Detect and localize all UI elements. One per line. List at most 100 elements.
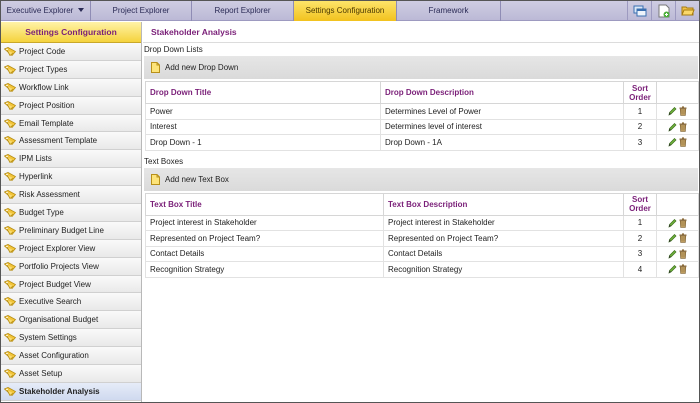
tag-icon <box>4 208 16 217</box>
tag-icon <box>4 118 16 128</box>
new-document-icon[interactable] <box>651 1 675 21</box>
sidebar-item-stakeholder-analysis[interactable]: Stakeholder Analysis <box>1 382 141 401</box>
tab-project-explorer[interactable]: Project Explorer <box>91 1 192 21</box>
app-window: Executive Explorer Project Explorer Repo… <box>0 0 700 403</box>
add-textbox-bar: Add new Text Box <box>144 167 698 191</box>
sidebar-item-asset-configuration[interactable]: Asset Configuration <box>1 347 141 366</box>
cell-title: Drop Down - 1 <box>145 134 381 151</box>
tag-icon <box>4 64 16 74</box>
tag-icon <box>4 297 16 307</box>
main-content: Stakeholder Analysis Drop Down Lists Add… <box>143 22 699 402</box>
edit-pencil-icon[interactable] <box>668 218 677 228</box>
delete-trash-icon[interactable] <box>679 264 687 275</box>
cell-description: Recognition Strategy <box>383 261 624 278</box>
sidebar-item-label: Risk Assessment <box>19 190 80 200</box>
edit-pencil-icon[interactable] <box>668 137 677 147</box>
tab-framework[interactable]: Framework <box>397 1 501 21</box>
tab-label: Project Explorer <box>112 6 170 15</box>
tab-label: Settings Configuration <box>305 6 385 15</box>
cell-sort-order: 3 <box>623 134 657 151</box>
open-folder-icon[interactable] <box>675 1 699 21</box>
delete-trash-icon[interactable] <box>679 218 687 228</box>
cell-sort-order: 1 <box>623 214 657 231</box>
cell-actions <box>656 103 699 120</box>
sidebar-item-ipm-lists[interactable]: IPM Lists <box>1 150 141 169</box>
column-header: Text Box Description <box>383 192 624 216</box>
sidebar-item-portfolio-projects-view[interactable]: Portfolio Projects View <box>1 257 141 276</box>
window-icon[interactable] <box>627 1 651 21</box>
sidebar-item-label: Organisational Budget <box>19 315 99 325</box>
tab-executive-explorer[interactable]: Executive Explorer <box>1 1 91 21</box>
tab-report-explorer[interactable]: Report Explorer <box>192 1 294 21</box>
sidebar-item-project-code[interactable]: Project Code <box>1 43 141 61</box>
table-row: Interest Determines level of interest 2 <box>145 118 699 135</box>
cell-title: Contact Details <box>145 245 384 262</box>
delete-trash-icon[interactable] <box>679 137 687 148</box>
sidebar-item-label: Project Code <box>19 46 66 56</box>
tag-icon <box>4 243 16 253</box>
add-dropdown-button[interactable]: Add new Drop Down <box>165 63 238 72</box>
edit-pencil-icon[interactable] <box>668 106 677 116</box>
column-header: Sort Order <box>623 81 657 104</box>
sidebar-item-system-settings[interactable]: System Settings <box>1 329 141 348</box>
cell-title: Project interest in Stakeholder <box>145 214 384 231</box>
tag-icon <box>4 172 16 182</box>
table-header-row: Text Box Title Text Box Description Sort… <box>145 192 699 216</box>
sidebar-item-label: Portfolio Projects View <box>19 261 99 271</box>
cell-title: Recognition Strategy <box>145 261 384 278</box>
delete-trash-icon[interactable] <box>679 249 687 259</box>
tag-icon <box>4 279 16 289</box>
tag-icon <box>4 136 16 146</box>
tab-settings-configuration[interactable]: Settings Configuration <box>294 1 397 21</box>
sidebar-item-executive-search[interactable]: Executive Search <box>1 293 141 312</box>
column-header-actions <box>656 192 699 216</box>
add-textbox-button[interactable]: Add new Text Box <box>165 175 229 184</box>
sidebar-list: Project Code Project Types Workflow Link Pr… <box>1 43 141 401</box>
sidebar-item-project-budget-view[interactable]: Project Budget View <box>1 275 141 294</box>
sidebar-item-label: Project Explorer View <box>19 243 96 253</box>
tag-icon <box>4 261 16 271</box>
sidebar-item-risk-assessment[interactable]: Risk Assessment <box>1 186 141 205</box>
sidebar-item-email-template[interactable]: Email Template <box>1 114 141 133</box>
cell-actions <box>656 118 699 135</box>
tag-icon <box>4 333 16 343</box>
table-row: Represented on Project Team? Represented … <box>145 230 699 247</box>
delete-trash-icon[interactable] <box>679 122 687 132</box>
cell-sort-order: 2 <box>623 118 657 135</box>
tag-icon <box>4 46 16 56</box>
sidebar-item-label: Assessment Template <box>19 136 98 146</box>
sidebar-item-assessment-template[interactable]: Assessment Template <box>1 132 141 151</box>
textbox-table-body: Project interest in Stakeholder Project i… <box>145 214 699 278</box>
sidebar-item-project-types[interactable]: Project Types <box>1 60 141 79</box>
tag-icon <box>4 154 16 164</box>
column-header: Sort Order <box>623 192 657 216</box>
cell-sort-order: 3 <box>623 245 657 262</box>
tag-icon <box>4 100 16 110</box>
sidebar-item-preliminary-budget-line[interactable]: Preliminary Budget Line <box>1 221 141 240</box>
tag-icon <box>4 225 16 235</box>
table-row: Recognition Strategy Recognition Strategy… <box>145 261 699 278</box>
sidebar-item-budget-type[interactable]: Budget Type <box>1 204 141 222</box>
cell-actions <box>656 134 699 151</box>
sidebar-item-hyperlink[interactable]: Hyperlink <box>1 168 141 187</box>
tag-icon <box>4 315 16 325</box>
edit-pencil-icon[interactable] <box>668 233 677 243</box>
sidebar-item-project-explorer-view[interactable]: Project Explorer View <box>1 239 141 258</box>
sidebar-item-workflow-link[interactable]: Workflow Link <box>1 78 141 97</box>
edit-pencil-icon[interactable] <box>668 122 677 132</box>
tag-icon <box>4 369 16 378</box>
top-navigation: Executive Explorer Project Explorer Repo… <box>1 1 699 21</box>
sidebar-item-project-position[interactable]: Project Position <box>1 96 141 115</box>
cell-title: Interest <box>145 118 381 135</box>
table-row: Drop Down - 1 Drop Down - 1A 3 <box>145 134 699 151</box>
page-title: Stakeholder Analysis <box>143 22 699 43</box>
sidebar-item-asset-setup[interactable]: Asset Setup <box>1 365 141 383</box>
delete-trash-icon[interactable] <box>679 233 687 244</box>
sidebar-item-organisational-budget[interactable]: Organisational Budget <box>1 311 141 330</box>
delete-trash-icon[interactable] <box>679 106 687 117</box>
cell-sort-order: 1 <box>623 103 657 120</box>
edit-pencil-icon[interactable] <box>668 264 677 274</box>
sidebar-item-label: Stakeholder Analysis <box>19 386 100 396</box>
edit-pencil-icon[interactable] <box>668 249 677 259</box>
cell-description: Project interest in Stakeholder <box>383 214 624 231</box>
